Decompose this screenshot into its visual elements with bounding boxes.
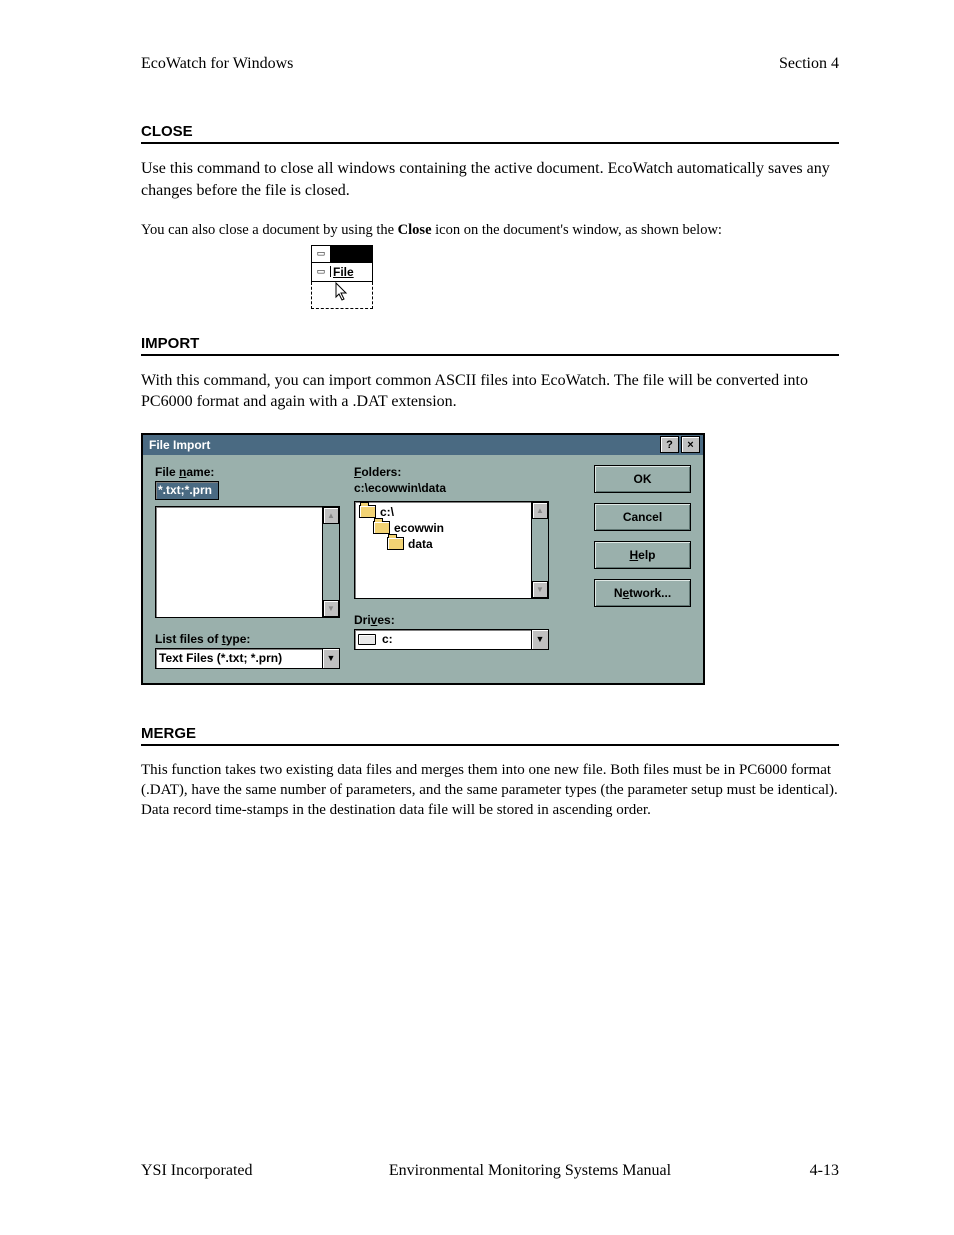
file-list-scrollbar[interactable]: ▲ ▼ <box>322 507 339 617</box>
dialog-titlebar[interactable]: File Import ? × <box>143 435 703 455</box>
folders-path: c:\ecowwin\data <box>354 481 549 495</box>
close-paragraph-2: You can also close a document by using t… <box>141 221 839 241</box>
header-left: EcoWatch for Windows <box>141 55 293 73</box>
scroll-up-icon[interactable]: ▲ <box>323 507 339 524</box>
file-import-dialog: File Import ? × File name: *.txt;*.prn ▲… <box>141 433 705 685</box>
folder-open-icon <box>387 537 404 550</box>
footer-left: YSI Incorporated <box>141 1162 281 1180</box>
folder-scrollbar[interactable]: ▲ ▼ <box>531 502 548 598</box>
page-header: EcoWatch for Windows Section 4 <box>141 55 839 73</box>
footer-center: Environmental Monitoring Systems Manual <box>281 1162 779 1180</box>
file-name-input[interactable]: *.txt;*.prn <box>155 481 219 500</box>
merge-paragraph: This function takes two existing data fi… <box>141 760 839 821</box>
header-right: Section 4 <box>779 55 839 73</box>
chevron-down-icon[interactable]: ▼ <box>531 630 548 649</box>
close-titlebar-button[interactable]: × <box>681 436 700 453</box>
system-menu-icon: ▭ <box>312 266 331 277</box>
folder-item[interactable]: c:\ <box>359 504 527 520</box>
file-menu-label: File <box>331 265 354 279</box>
close-icon-illustration: ▭ ▭ File <box>311 245 373 309</box>
folder-open-icon <box>359 505 376 518</box>
import-paragraph: With this command, you can import common… <box>141 370 839 413</box>
scroll-down-icon[interactable]: ▼ <box>323 600 339 617</box>
footer-right: 4-13 <box>779 1162 839 1180</box>
close-paragraph-1: Use this command to close all windows co… <box>141 158 839 201</box>
file-name-label: File name: <box>155 465 340 479</box>
folders-label: Folders: <box>354 465 549 479</box>
dialog-title: File Import <box>149 438 658 452</box>
folder-item[interactable]: data <box>359 536 527 552</box>
list-type-label: List files of type: <box>155 632 340 646</box>
help-titlebar-button[interactable]: ? <box>660 436 679 453</box>
ok-button[interactable]: OK <box>594 465 691 493</box>
list-type-select[interactable]: Text Files (*.txt; *.prn) ▼ <box>155 648 340 669</box>
system-menu-icon: ▭ <box>312 246 331 262</box>
folder-tree[interactable]: c:\ ecowwin data ▲ ▼ <box>354 501 549 599</box>
chevron-down-icon[interactable]: ▼ <box>322 649 339 668</box>
folder-open-icon <box>373 521 390 534</box>
page-footer: YSI Incorporated Environmental Monitorin… <box>141 1162 839 1180</box>
drive-icon <box>358 634 376 645</box>
section-title-import: IMPORT <box>141 335 839 356</box>
section-title-close: CLOSE <box>141 123 839 144</box>
help-button[interactable]: Help <box>594 541 691 569</box>
drives-select[interactable]: c: ▼ <box>354 629 549 650</box>
file-list[interactable]: ▲ ▼ <box>155 506 340 618</box>
cancel-button[interactable]: Cancel <box>594 503 691 531</box>
network-button[interactable]: Network... <box>594 579 691 607</box>
drives-label: Drives: <box>354 613 549 627</box>
scroll-down-icon[interactable]: ▼ <box>532 581 548 598</box>
section-title-merge: MERGE <box>141 725 839 746</box>
cursor-icon <box>334 282 350 302</box>
scroll-up-icon[interactable]: ▲ <box>532 502 548 519</box>
folder-item[interactable]: ecowwin <box>359 520 527 536</box>
